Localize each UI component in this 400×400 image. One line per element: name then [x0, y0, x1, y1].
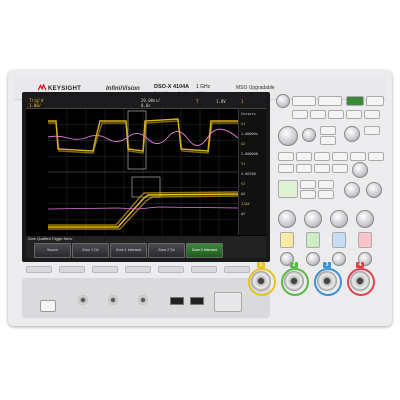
fft-button[interactable]: [318, 180, 334, 189]
ch4-button[interactable]: [358, 232, 372, 248]
aux-bnc-connector[interactable]: [108, 295, 118, 305]
ch3-scale-knob[interactable]: [330, 210, 348, 228]
horizontal-button[interactable]: [292, 96, 316, 106]
usb-port-icon[interactable]: [170, 297, 184, 305]
general-knob[interactable]: [344, 182, 360, 198]
trigger-source: 1: [241, 99, 244, 104]
softkey-physical-button[interactable]: [224, 266, 250, 273]
auto-scale-button[interactable]: [292, 110, 308, 119]
bnc-connector-icon[interactable]: [284, 271, 304, 291]
label-button[interactable]: [296, 152, 312, 161]
softkey-2[interactable]: Zone 1 On: [72, 243, 109, 258]
horizontal-scale-knob[interactable]: [278, 126, 298, 146]
ch4-scale-knob[interactable]: [356, 210, 374, 228]
ref-button[interactable]: [296, 164, 312, 173]
measurement-line: 1/ΔX: [241, 202, 250, 206]
measurement-line: ΔX: [241, 192, 246, 196]
screen-bezel: Trig'd 1.00/ 20.00ns/ 0.0s T 1.8V 1 Curs…: [22, 92, 270, 262]
softkey-5[interactable]: Zone 2 Intersect: [186, 243, 223, 258]
zoom-button[interactable]: [320, 126, 336, 135]
channel-4-input[interactable]: 4: [347, 262, 375, 296]
softkey-physical-button[interactable]: [59, 266, 85, 273]
general-knob[interactable]: [366, 182, 382, 198]
print-button[interactable]: [350, 152, 366, 161]
softkey-3[interactable]: Zone 1 Intersect: [110, 243, 147, 258]
ch1-scale: 1.00/: [29, 103, 42, 108]
measurement-line: X2: [241, 142, 246, 146]
bandwidth-spec: 1 GHz: [196, 84, 211, 90]
menu-title: Zone Qualified Trigger Menu: [28, 237, 73, 241]
keysight-logo-icon: [38, 84, 46, 91]
help-button[interactable]: [368, 152, 384, 161]
cursors-button[interactable]: [346, 110, 362, 119]
probe-comp-terminal: [214, 292, 242, 312]
display-button[interactable]: [278, 152, 294, 161]
measurement-line: X1: [241, 122, 246, 126]
trigger-level: 1.8V: [216, 99, 226, 104]
utility-button[interactable]: [314, 152, 330, 161]
softkey-physical-button[interactable]: [92, 266, 118, 273]
bnc-connector-icon[interactable]: [251, 271, 271, 291]
save-recall-button[interactable]: [332, 152, 348, 161]
single-button[interactable]: [366, 96, 384, 106]
aux-bnc-connector[interactable]: [78, 295, 88, 305]
segmented-button[interactable]: [300, 180, 316, 189]
bnc-connector-icon[interactable]: [317, 271, 337, 291]
model-number: DSO-X 4104A: [154, 84, 190, 90]
measurement-line: 1.00000s: [241, 132, 258, 136]
force-trigger-button[interactable]: [364, 126, 380, 135]
ch1-button[interactable]: [280, 232, 294, 248]
default-setup-button[interactable]: [310, 110, 326, 119]
measurement-line: 4.80700: [241, 172, 256, 176]
math-button[interactable]: [278, 164, 294, 173]
power-button[interactable]: [40, 300, 56, 312]
entry-knob[interactable]: [276, 94, 290, 108]
trigger-button[interactable]: [364, 110, 380, 119]
measurement-line: Cursors: [241, 112, 256, 116]
ch3-button[interactable]: [332, 232, 346, 248]
ch1-scale-knob[interactable]: [278, 210, 296, 228]
softkey-physical-button[interactable]: [158, 266, 184, 273]
oscilloscope-body: KEYSIGHT InfiniiVision DSO-X 4104A Digit…: [8, 70, 392, 326]
ch2-button[interactable]: [306, 232, 320, 248]
measurement-line: ΔY: [241, 212, 246, 216]
measurement-line: Y2: [241, 182, 246, 186]
softkey-physical-button[interactable]: [26, 266, 52, 273]
softkey-physical-button[interactable]: [191, 266, 217, 273]
ch2-scale-knob[interactable]: [304, 210, 322, 228]
horizontal-position-knob[interactable]: [302, 128, 316, 142]
navigate-button[interactable]: [320, 136, 336, 145]
softkey-menu: Zone Qualified Trigger Menu Source Zone 1…: [26, 236, 266, 258]
status-bar: Trig'd 1.00/ 20.00ns/ 0.0s T 1.8V 1: [26, 96, 266, 109]
softkey-4[interactable]: Zone 2 On: [148, 243, 185, 258]
channel-3-input[interactable]: 3: [314, 262, 342, 296]
channel-1-input[interactable]: 1: [248, 262, 276, 296]
measurement-line: 2.000000: [241, 152, 258, 156]
trigger-marker: T: [196, 99, 199, 104]
display: Trig'd 1.00/ 20.00ns/ 0.0s T 1.8V 1 Curs…: [26, 96, 266, 258]
softkey-buttons-row: [26, 266, 270, 274]
measure-button[interactable]: [328, 110, 344, 119]
acquire-button[interactable]: [318, 96, 342, 106]
search-button[interactable]: [300, 190, 316, 199]
softkey-physical-button[interactable]: [125, 266, 151, 273]
digital-button[interactable]: [314, 164, 330, 173]
waveform-area[interactable]: [48, 109, 238, 235]
front-io-panel: [22, 278, 270, 318]
measurement-panel: Cursors X1 1.00000s X2 2.000000 Y1 4.80700 Y2 ΔX…: [238, 109, 266, 235]
serial-button[interactable]: [332, 164, 348, 173]
time-delay: 0.0s: [141, 103, 151, 108]
analysis-knob[interactable]: [352, 162, 368, 178]
touch-button[interactable]: [278, 180, 298, 198]
usb-port-icon[interactable]: [190, 297, 204, 305]
bnc-connector-icon[interactable]: [350, 271, 370, 291]
run-stop-button[interactable]: [346, 96, 364, 106]
mso-badge: MSO Upgradable: [236, 85, 275, 91]
aux-bnc-connector[interactable]: [138, 295, 148, 305]
trigger-level-knob[interactable]: [344, 126, 360, 142]
mask-button[interactable]: [318, 190, 334, 199]
channel-2-input[interactable]: 2: [281, 262, 309, 296]
softkey-1[interactable]: Source: [34, 243, 71, 258]
measurement-line: Y1: [241, 162, 246, 166]
